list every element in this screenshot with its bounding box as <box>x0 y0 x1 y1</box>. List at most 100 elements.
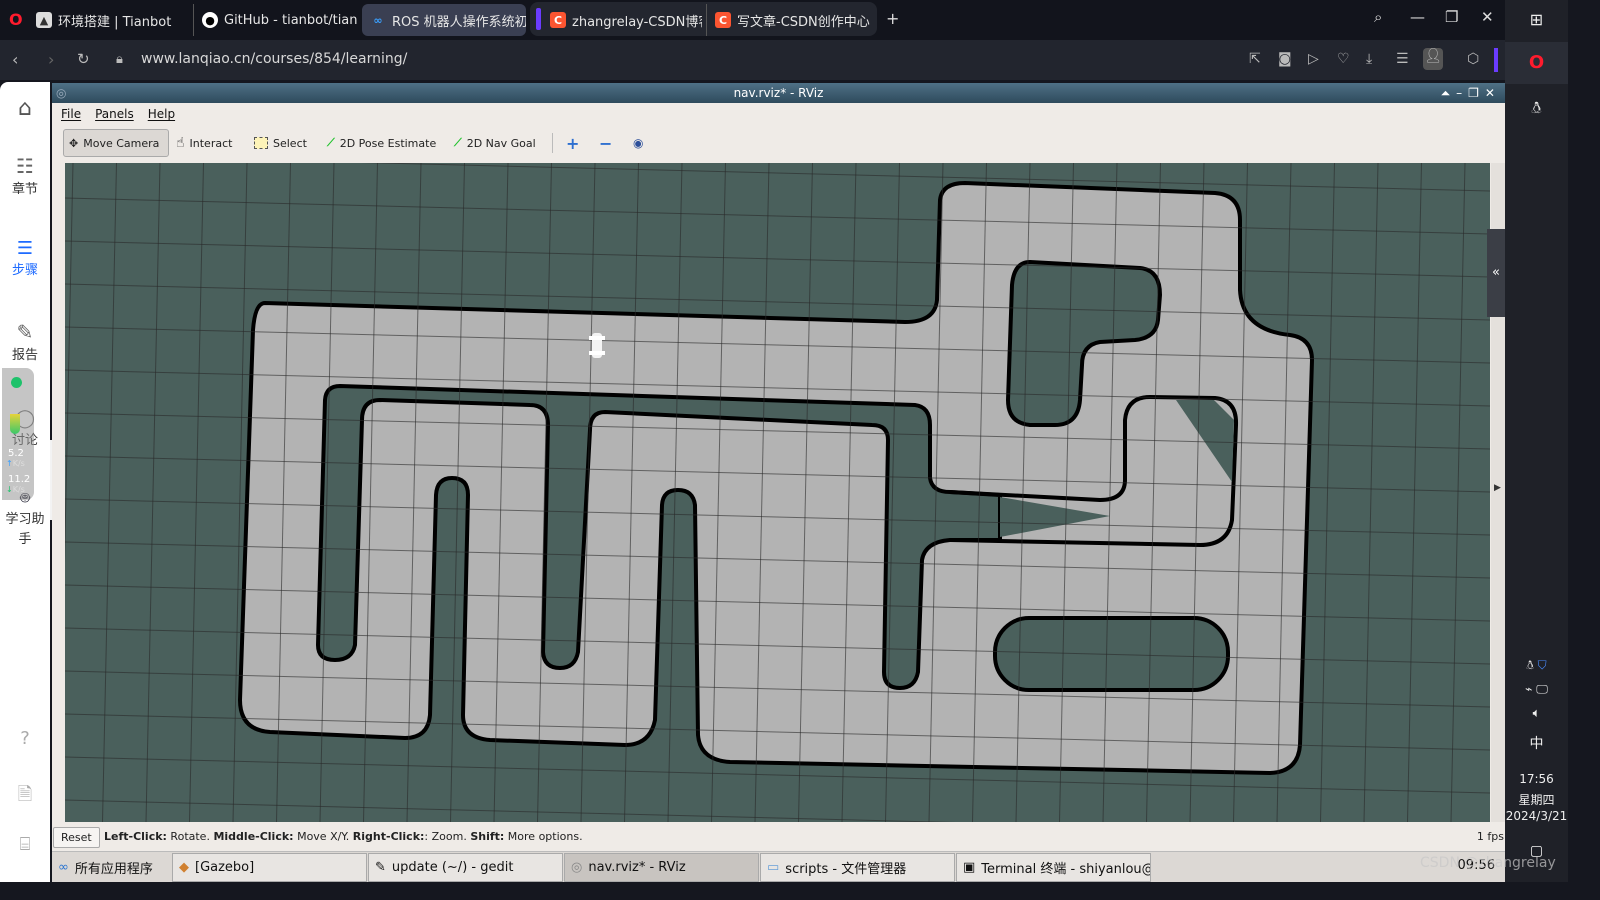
search-tabs-icon[interactable]: ⌕ <box>1374 8 1382 26</box>
tab-csdn-write[interactable]: C 写文章-CSDN创作中心 <box>706 4 871 36</box>
reload-button[interactable]: ↻ <box>77 50 90 68</box>
task-terminal[interactable]: ▣ Terminal 终端 - shiyanlou@⋯ <box>956 853 1151 882</box>
tab-github[interactable]: ● GitHub - tianbot/tianrac <box>193 4 358 36</box>
play-icon[interactable]: ▷ <box>1308 51 1319 67</box>
menu-help[interactable]: Help <box>148 104 175 124</box>
restore-button[interactable]: ❐ <box>1445 8 1458 26</box>
document-icon[interactable]: 🗎︎ <box>0 782 50 812</box>
shield-icon[interactable]: ⛉ <box>1538 658 1547 672</box>
sidebar-item-chapters[interactable]: ☷ 章节 <box>0 154 50 197</box>
heart-icon[interactable]: ♡ <box>1337 51 1350 67</box>
qq-icon[interactable]: 🐧︎ <box>1505 98 1568 120</box>
tool-2d-nav-goal[interactable]: ⟋ 2D Nav Goal <box>449 129 541 157</box>
grid-line <box>64 240 1491 278</box>
tab-group-marker <box>536 8 541 30</box>
share-icon[interactable]: ⇱ <box>1249 51 1261 67</box>
eye-icon: ◉ <box>633 136 644 150</box>
collapse-panel-button[interactable]: « <box>1487 229 1505 317</box>
grid-line <box>1320 162 1335 823</box>
window-controls[interactable]: ⏶–❐✕ <box>1441 83 1501 103</box>
qq-tray-icon[interactable]: 🐧︎ <box>1526 658 1533 672</box>
back-button[interactable]: ‹ <box>12 50 18 69</box>
tab-csdn-blog[interactable]: Czhangrelay-CSDN博客 <box>542 4 702 36</box>
download-icon[interactable]: ⤓ <box>1366 51 1372 67</box>
tray-icons-row2[interactable]: ⌁ 🖵︎ <box>1505 682 1568 697</box>
network-speed-overlay: 5.2 ↑K/s 11.2 ↓K/s <box>2 368 34 500</box>
github-icon: ● <box>202 12 218 28</box>
grid-line <box>64 799 1491 837</box>
url-input[interactable]: www.lanqiao.cn/courses/854/learning/ <box>141 51 407 67</box>
tool-label: Select <box>273 136 307 150</box>
volume-icon[interactable]: 🔈︎ <box>1505 706 1568 721</box>
profile-icon[interactable]: 👤︎ <box>1423 48 1443 70</box>
tray-time[interactable]: 17:56 <box>1505 772 1568 786</box>
help-desc: Rotate. <box>166 830 214 843</box>
grid-line <box>189 162 204 823</box>
network-icon[interactable]: 🖵︎ <box>1536 682 1548 696</box>
task-rviz[interactable]: ◎ nav.rviz* - RViz <box>564 853 759 882</box>
home-icon[interactable]: ⌂ <box>0 96 50 121</box>
close-button[interactable]: ✕ <box>1481 8 1494 26</box>
task-file-manager[interactable]: ▭ scripts - 文件管理器 <box>760 853 955 882</box>
down-arrow-icon: ↓ <box>6 485 13 494</box>
green-arrow-icon: ⟋ <box>327 136 335 149</box>
minimize-button[interactable]: — <box>1410 8 1425 26</box>
tray-icons-row1[interactable]: 🐧︎ ⛉ <box>1505 658 1568 674</box>
move-camera-icon: ✥ <box>69 136 79 150</box>
tray-date: 2024/3/21 <box>1505 809 1568 823</box>
lock-icon: 🔒︎ <box>116 52 123 67</box>
terminal-icon: ▣ <box>963 860 976 875</box>
task-gazebo[interactable]: ◆ [Gazebo] <box>172 853 367 882</box>
stairs-icon[interactable]: ⌸ <box>0 834 50 855</box>
tab-tianbot[interactable]: ▲ 环境搭建 | Tianbot <box>28 4 188 36</box>
menu-panels[interactable]: Panels <box>95 104 134 124</box>
rviz-window: ◎ nav.rviz* - RViz ⏶–❐✕ File Panels Help… <box>15 68 1596 900</box>
extensions-icon[interactable]: ⬡ <box>1467 51 1479 67</box>
new-tab-button[interactable]: + <box>886 9 899 28</box>
camera-icon[interactable]: ◙ <box>1278 51 1292 67</box>
menu-file[interactable]: File <box>61 104 81 124</box>
reset-button[interactable]: Reset <box>53 827 100 848</box>
window-title: nav.rviz* - RViz <box>733 86 824 100</box>
grid-line <box>1450 162 1466 823</box>
remove-tool-button[interactable]: − <box>594 129 617 157</box>
3d-viewport-map[interactable] <box>15 68 1596 900</box>
tool-select[interactable]: Select <box>249 129 312 157</box>
easy-setup-icon[interactable]: ☰ <box>1396 51 1409 67</box>
opera-icon[interactable]: O <box>1505 52 1568 73</box>
status-dot <box>11 377 22 388</box>
task-label: update (~/) - gedit <box>391 860 514 875</box>
tray-weekday: 星期四 <box>1518 793 1555 807</box>
up-arrow-icon: ↑ <box>6 459 13 468</box>
sidebar-item-report[interactable]: ✎ 报告 <box>0 320 50 363</box>
help-icon[interactable]: ? <box>0 728 50 749</box>
tab-ros-course[interactable]: ∞ ROS 机器人操作系统初级 <box>362 4 526 36</box>
forward-button[interactable]: › <box>48 50 54 69</box>
battery-icon[interactable]: ⌁ <box>1525 682 1532 696</box>
tool-interact[interactable]: ☝ Interact <box>171 129 237 157</box>
expand-right-arrow-icon[interactable]: ▶ <box>1494 483 1501 493</box>
add-tool-button[interactable]: + <box>561 129 584 157</box>
csdn-favicon-icon: C <box>550 12 566 28</box>
tool-2d-pose-estimate[interactable]: ⟋ 2D Pose Estimate <box>322 129 441 157</box>
plus-icon: + <box>566 133 580 153</box>
task-all-apps[interactable]: ∞ 所有应用程序 <box>52 853 170 882</box>
sidebar-accent <box>1494 48 1498 72</box>
gedit-icon: ✎ <box>375 860 386 875</box>
task-label: 所有应用程序 <box>74 862 153 877</box>
opera-logo-icon[interactable]: O <box>9 10 23 29</box>
task-gedit[interactable]: ✎ update (~/) - gedit <box>368 853 563 882</box>
tab-label: zhangrelay-CSDN博客 <box>572 14 702 30</box>
task-label: [Gazebo] <box>195 860 255 875</box>
window-titlebar: ◎ nav.rviz* - RViz ⏶–❐✕ <box>52 83 1505 103</box>
sidebar-item-steps[interactable]: ☰ 步骤 <box>0 238 50 278</box>
sidebar-label: 步骤 <box>11 263 38 278</box>
upload-speed: 5.2 <box>8 448 24 459</box>
help-key: Shift: <box>470 830 505 843</box>
ime-indicator[interactable]: 中 <box>1505 733 1568 753</box>
browser-tab-bar: O ▲ 环境搭建 | Tianbot ● GitHub - tianbot/tian… <box>0 0 1505 40</box>
windows-start-icon[interactable]: ⊞ <box>1505 10 1568 29</box>
tool-properties-button[interactable]: ◉ <box>628 129 648 157</box>
help-key: Middle-Click: <box>213 830 294 843</box>
tool-move-camera[interactable]: ✥ Move Camera <box>63 129 169 157</box>
